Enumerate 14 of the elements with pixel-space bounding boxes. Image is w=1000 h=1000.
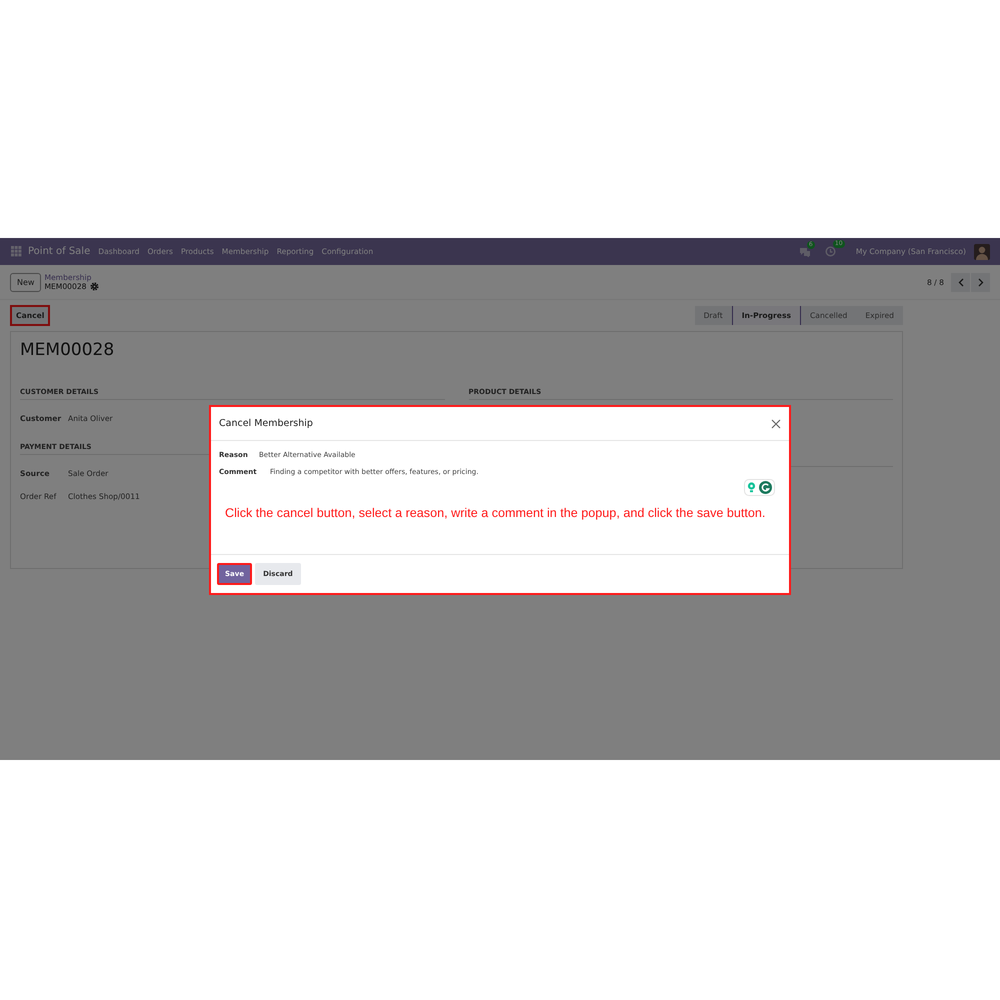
- lightbulb-icon: [747, 482, 756, 493]
- chevron-right-icon: [978, 278, 984, 286]
- record-title: MEM00028: [20, 340, 116, 360]
- next-button[interactable]: [971, 272, 990, 292]
- previous-button[interactable]: [951, 272, 970, 292]
- close-icon[interactable]: [771, 418, 781, 428]
- gear-icon[interactable]: [90, 282, 99, 291]
- ring-icon: [759, 481, 772, 494]
- chevron-left-icon: [958, 278, 964, 286]
- app-name[interactable]: Point of Sale: [28, 246, 90, 257]
- writing-assistant-widget[interactable]: [744, 479, 775, 496]
- instruction-text: Click the cancel button, select a reason, write a comment in the popup, and click the save button.: [224, 506, 766, 520]
- dialog-title: Cancel Membership: [219, 418, 313, 429]
- new-button[interactable]: New: [10, 272, 42, 292]
